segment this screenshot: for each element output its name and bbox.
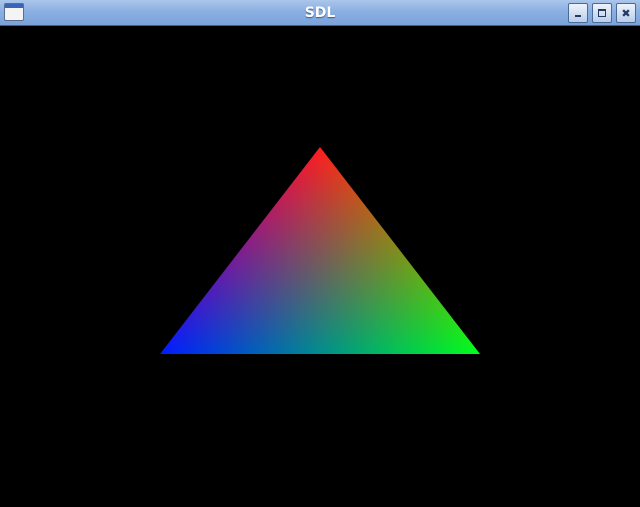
close-icon: ✖ — [621, 6, 631, 20]
close-button[interactable]: ✖ — [616, 3, 636, 23]
render-canvas[interactable] — [0, 27, 640, 507]
minimize-icon — [575, 15, 581, 17]
minimize-button[interactable] — [568, 3, 588, 23]
maximize-icon — [598, 9, 606, 17]
window-title: SDL — [304, 5, 336, 21]
maximize-button[interactable] — [592, 3, 612, 23]
scene-svg — [0, 27, 640, 507]
title-bar[interactable]: SDL ✖ — [0, 0, 640, 26]
sdl-window: SDL ✖ — [0, 0, 640, 507]
